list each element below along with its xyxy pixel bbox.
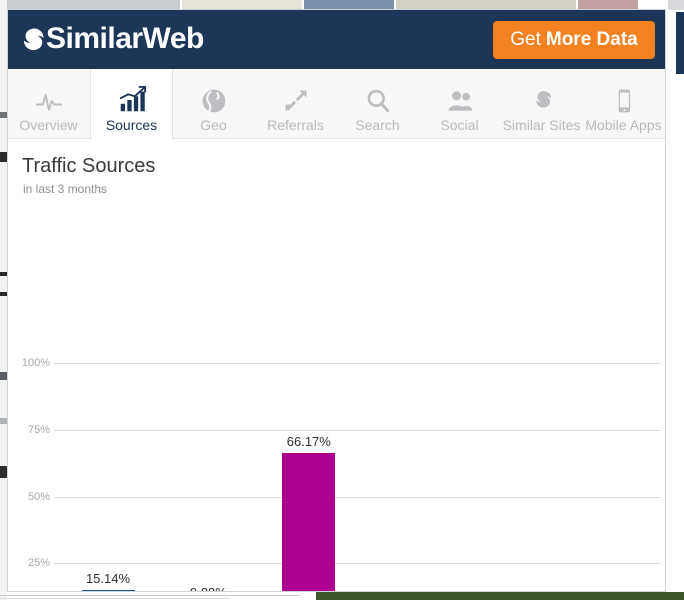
backdrop-left-mark-7: [0, 466, 7, 478]
backdrop-right-blue: [676, 12, 684, 74]
cta-light-text: Get: [510, 29, 541, 50]
backdrop-left-mark-2: [0, 152, 7, 162]
similarweb-widget-panel: SimilarWeb Get More Data Overview Sources…: [7, 9, 666, 592]
backdrop-top-bar-a: [0, 0, 180, 9]
backdrop-top-bar-d: [396, 0, 576, 9]
tab-search[interactable]: Search: [337, 69, 419, 138]
two-arrows-icon: [282, 81, 310, 115]
backdrop-top-bar-e: [578, 0, 638, 9]
tab-label: Geo: [200, 117, 227, 133]
get-more-data-button[interactable]: Get More Data: [493, 21, 655, 59]
tab-label: Overview: [19, 117, 78, 133]
bar-value-label: 15.14%: [85, 570, 131, 586]
gridline: [54, 429, 661, 431]
y-axis-tick-label: 50%: [27, 490, 50, 503]
cta-bold-text: More Data: [545, 29, 638, 50]
tab-label: Referrals: [267, 117, 324, 133]
backdrop-left-mark-1: [0, 112, 7, 118]
backdrop-left-mark-5: [0, 372, 7, 380]
gridline: [54, 563, 661, 565]
tab-mobile-apps[interactable]: Mobile Apps: [583, 69, 665, 138]
similarweb-logo-text: SimilarWeb: [46, 22, 204, 55]
globe-icon: [200, 81, 228, 115]
bar-value-label: 9.88%: [153, 585, 263, 591]
panel-header: SimilarWeb Get More Data: [8, 10, 665, 69]
tab-geo[interactable]: Geo: [173, 69, 255, 138]
traffic-sources-bar-chart: 025%50%75%100%15.14%Direct9.88%Links66.1…: [8, 139, 665, 591]
similarweb-s-icon: [528, 81, 556, 115]
bar-value-label: 8.79%: [354, 588, 464, 591]
backdrop-right-tab: [668, 0, 684, 10]
backdrop-bottom-line-2: [0, 598, 230, 599]
tab-label: Search: [355, 117, 400, 133]
y-axis-tick-label: 75%: [27, 423, 50, 436]
similarweb-s-mark-icon: [19, 24, 45, 54]
backdrop-left-mark-3: [0, 272, 7, 276]
bar-value-label: 66.17%: [286, 434, 331, 450]
similarweb-logo: SimilarWeb: [19, 22, 204, 56]
gridline: [54, 363, 661, 364]
backdrop-left-strip: [0, 0, 7, 600]
bar-chart-icon: [117, 81, 147, 115]
tab-label: Mobile Apps: [585, 117, 662, 133]
bar-direct[interactable]: [81, 589, 135, 591]
backdrop-top-bar-c: [304, 0, 394, 9]
gridline: [54, 496, 661, 498]
magnifier-icon: [364, 81, 392, 115]
backdrop-top-bar-b: [182, 0, 302, 9]
backdrop-left-mark-6: [0, 418, 7, 424]
tab-label: Sources: [105, 117, 158, 133]
tab-sources[interactable]: Sources: [90, 69, 173, 139]
pulse-line-icon: [35, 81, 63, 115]
tab-similar-sites[interactable]: Similar Sites: [501, 69, 583, 138]
bar-search[interactable]: [282, 453, 336, 591]
tab-label: Social: [440, 117, 479, 133]
backdrop-right-column: [668, 0, 684, 600]
tab-overview[interactable]: Overview: [8, 69, 90, 138]
y-axis-tick-label: 100%: [21, 357, 50, 369]
traffic-sources-card: Traffic Sources in last 3 months 025%50%…: [8, 139, 665, 591]
tab-bar: Overview Sources Geo Referrals Search Social S…: [8, 69, 665, 139]
y-axis-tick-label: 25%: [27, 557, 50, 570]
backdrop-bottom-image: [316, 592, 684, 600]
smartphone-icon: [610, 81, 638, 115]
tab-referrals[interactable]: Referrals: [255, 69, 337, 138]
two-people-icon: [446, 81, 474, 115]
backdrop-bottom-line-1: [0, 595, 300, 596]
backdrop-left-mark-4: [0, 292, 7, 296]
tab-social[interactable]: Social: [419, 69, 501, 138]
tab-label: Similar Sites: [502, 117, 581, 133]
